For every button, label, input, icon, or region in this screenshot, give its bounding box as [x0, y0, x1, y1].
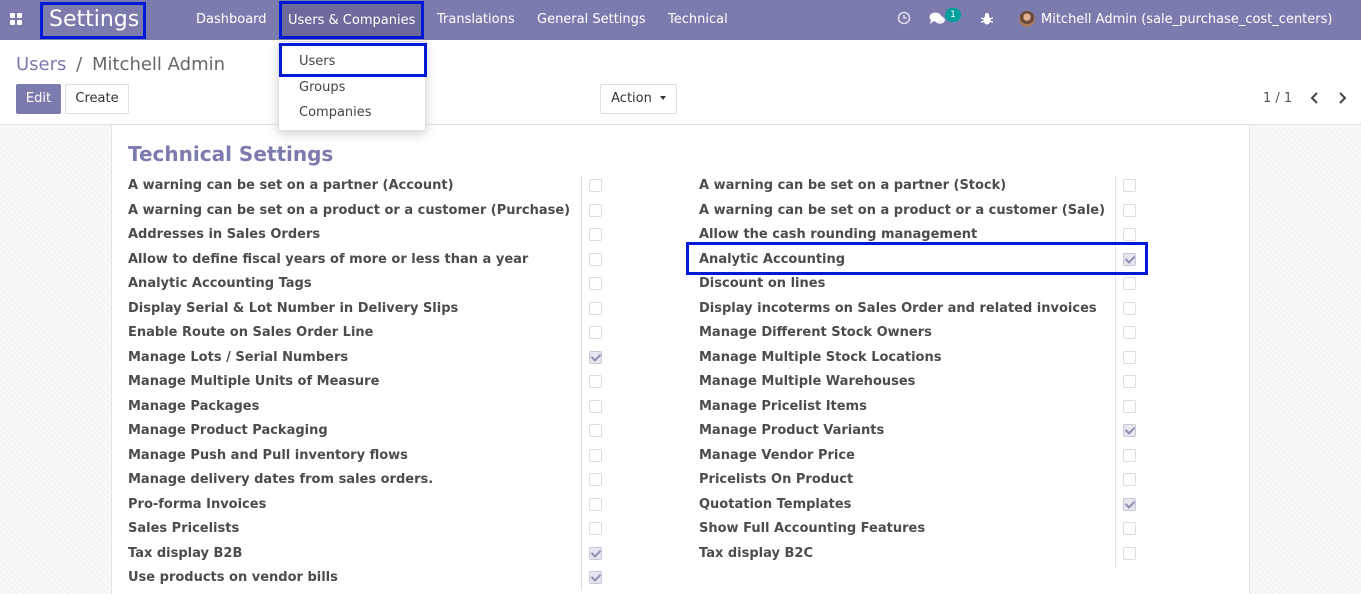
clock-icon[interactable] — [897, 11, 911, 25]
setting-label: Manage Lots / Serial Numbers — [128, 349, 349, 365]
setting-checkbox[interactable] — [1123, 546, 1136, 560]
setting-checkbox[interactable] — [589, 546, 602, 560]
setting-checkbox[interactable] — [589, 571, 602, 584]
chat-count-badge: 1 — [945, 8, 961, 22]
setting-checkbox[interactable] — [589, 448, 602, 462]
setting-label: Manage Packages — [128, 398, 260, 414]
setting-label: Manage Different Stock Owners — [699, 325, 932, 340]
setting-label: Display incoterms on Sales Order and rel… — [699, 300, 1097, 316]
setting-checkbox[interactable] — [589, 301, 602, 315]
setting-checkbox[interactable] — [1123, 277, 1136, 290]
action-dropdown-button[interactable]: Action — [600, 84, 677, 114]
setting-label: A warning can be set on a partner (Accou… — [128, 178, 454, 193]
top-navbar: Settings Dashboard Users & Companies Tra… — [0, 0, 1361, 40]
setting-checkbox[interactable] — [589, 326, 602, 339]
setting-label: Pro-forma Invoices — [128, 496, 267, 512]
user-avatar[interactable] — [1019, 11, 1035, 27]
setting-label: Display Serial & Lot Number in Delivery … — [128, 300, 459, 316]
setting-checkbox[interactable] — [1123, 473, 1136, 486]
app-title[interactable]: Settings — [40, 2, 146, 39]
chat-icon[interactable] — [929, 12, 946, 26]
right-column-divider — [1115, 175, 1116, 567]
setting-label: Manage delivery dates from sales orders. — [128, 472, 434, 487]
left-column-divider — [581, 175, 582, 590]
users-companies-dropdown: Users Groups Companies — [278, 41, 427, 131]
setting-checkbox[interactable] — [1123, 497, 1136, 511]
setting-label: A warning can be set on a product or a c… — [699, 202, 1106, 218]
caret-down-icon — [659, 96, 666, 100]
breadcrumb-separator: / — [76, 54, 83, 75]
setting-label: Use products on vendor bills — [128, 570, 338, 585]
setting-label: Allow the cash rounding management — [699, 227, 978, 242]
setting-label: Show Full Accounting Features — [699, 521, 926, 536]
dropdown-item-companies[interactable]: Companies — [299, 105, 372, 120]
setting-label: Quotation Templates — [699, 496, 852, 512]
setting-label: Addresses in Sales Orders — [128, 227, 321, 242]
setting-label: A warning can be set on a product or a c… — [128, 202, 571, 218]
analytic-accounting-highlight — [686, 242, 1148, 275]
breadcrumb-current: Mitchell Admin — [91, 54, 226, 75]
menu-users-companies[interactable]: Users & Companies — [279, 1, 425, 39]
setting-label: Analytic Accounting Tags — [128, 276, 312, 291]
setting-checkbox[interactable] — [589, 350, 602, 364]
setting-checkbox[interactable] — [589, 497, 602, 511]
setting-checkbox[interactable] — [589, 424, 602, 437]
setting-checkbox[interactable] — [1123, 301, 1136, 315]
action-label: Action — [611, 91, 652, 106]
setting-checkbox[interactable] — [1123, 179, 1136, 192]
setting-checkbox[interactable] — [1123, 326, 1136, 339]
breadcrumb-users-link[interactable]: Users — [16, 54, 66, 75]
setting-label: Manage Pricelist Items — [699, 398, 867, 414]
menu-technical[interactable]: Technical — [668, 0, 728, 40]
setting-checkbox[interactable] — [1123, 203, 1136, 217]
setting-checkbox[interactable] — [589, 252, 602, 266]
edit-button[interactable]: Edit — [16, 84, 61, 114]
menu-dashboard[interactable]: Dashboard — [196, 0, 267, 40]
setting-checkbox[interactable] — [1123, 228, 1136, 241]
user-menu[interactable]: Mitchell Admin (sale_purchase_cost_cente… — [1041, 0, 1332, 40]
setting-checkbox[interactable] — [589, 399, 602, 413]
dropdown-item-users[interactable]: Users — [299, 54, 335, 69]
setting-checkbox[interactable] — [589, 203, 602, 217]
setting-checkbox[interactable] — [589, 375, 602, 388]
setting-label: Manage Vendor Price — [699, 447, 855, 463]
setting-checkbox[interactable] — [1123, 522, 1136, 535]
section-title: Technical Settings — [128, 142, 334, 166]
setting-label: Sales Pricelists — [128, 521, 240, 536]
setting-label: A warning can be set on a partner (Stock… — [699, 178, 1007, 193]
setting-label: Enable Route on Sales Order Line — [128, 325, 374, 340]
setting-label: Manage Multiple Units of Measure — [128, 374, 380, 389]
chevron-right-icon[interactable] — [1337, 91, 1347, 105]
setting-label: Manage Multiple Stock Locations — [699, 349, 942, 365]
setting-checkbox[interactable] — [1123, 424, 1136, 437]
setting-label: Manage Product Variants — [699, 423, 885, 438]
setting-label: Allow to define fiscal years of more or … — [128, 251, 529, 267]
menu-general-settings[interactable]: General Settings — [537, 0, 646, 40]
setting-label: Manage Product Packaging — [128, 423, 328, 438]
setting-checkbox[interactable] — [1123, 375, 1136, 388]
setting-checkbox[interactable] — [589, 277, 602, 290]
pager-value[interactable]: 1 / 1 — [1263, 91, 1292, 106]
setting-checkbox[interactable] — [589, 179, 602, 192]
setting-checkbox[interactable] — [1123, 350, 1136, 364]
menu-translations[interactable]: Translations — [437, 0, 515, 40]
setting-label: Manage Push and Pull inventory flows — [128, 447, 408, 463]
setting-label: Pricelists On Product — [699, 472, 854, 487]
setting-checkbox[interactable] — [589, 228, 602, 241]
setting-checkbox[interactable] — [1123, 399, 1136, 413]
setting-label: Tax display B2C — [699, 545, 814, 561]
setting-label: Manage Multiple Warehouses — [699, 374, 916, 389]
create-button[interactable]: Create — [65, 84, 129, 114]
setting-checkbox[interactable] — [589, 473, 602, 486]
setting-label: Tax display B2B — [128, 545, 243, 561]
setting-checkbox[interactable] — [1123, 448, 1136, 462]
setting-label: Discount on lines — [699, 276, 826, 291]
setting-checkbox[interactable] — [589, 522, 602, 535]
chevron-left-icon[interactable] — [1310, 91, 1320, 105]
apps-grid-icon[interactable] — [10, 13, 22, 25]
bug-icon[interactable] — [981, 12, 993, 26]
dropdown-item-groups[interactable]: Groups — [299, 80, 345, 95]
breadcrumb: Users / Mitchell Admin — [16, 54, 225, 75]
